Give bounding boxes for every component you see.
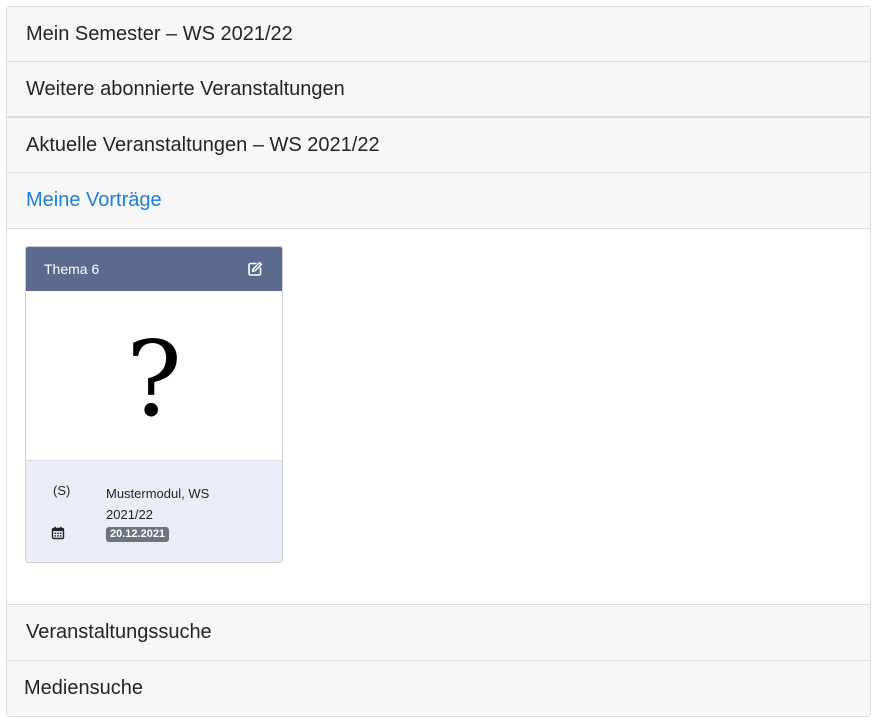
card-footer: (S) Mustermodul, WS 2021/22 20.12.2021: [26, 461, 282, 562]
section-label: Aktuelle Veranstaltungen – WS 2021/22: [26, 133, 380, 156]
module-name: Mustermodul, WS 2021/22: [106, 486, 210, 522]
calendar-icon: [51, 526, 65, 540]
section-mediensuche[interactable]: Mediensuche: [7, 661, 870, 716]
section-weitere-veranstaltungen[interactable]: Weitere abonnierte Veranstaltungen: [7, 62, 870, 118]
section-label: Veranstaltungssuche: [26, 621, 212, 643]
card-header: Thema 6: [26, 247, 282, 291]
placeholder-question-mark: ?: [126, 317, 182, 440]
talk-type: (S): [53, 483, 71, 498]
section-label: Mediensuche: [24, 677, 143, 699]
section-label: Mein Semester – WS 2021/22: [26, 22, 293, 45]
section-veranstaltungssuche[interactable]: Veranstaltungssuche: [7, 605, 870, 661]
talk-card[interactable]: Thema 6 ? (S) Mustermodul, WS 2021/22 20…: [25, 246, 283, 563]
date-badge: 20.12.2021: [106, 527, 170, 542]
edit-icon[interactable]: [246, 260, 264, 278]
section-mein-semester[interactable]: Mein Semester – WS 2021/22: [7, 7, 870, 62]
accordion: Mein Semester – WS 2021/22 Weitere abonn…: [6, 6, 871, 717]
card-title: Thema 6: [44, 261, 100, 277]
section-aktuelle-veranstaltungen[interactable]: Aktuelle Veranstaltungen – WS 2021/22: [7, 118, 870, 173]
section-meine-vortraege-body: Thema 6 ? (S) Mustermodul, WS 2021/22 20…: [7, 229, 870, 605]
section-label: Weitere abonnierte Veranstaltungen: [26, 77, 345, 100]
card-thumbnail[interactable]: ?: [26, 291, 282, 461]
section-meine-vortraege[interactable]: Meine Vorträge: [7, 173, 870, 229]
section-label: Meine Vorträge: [26, 189, 162, 211]
